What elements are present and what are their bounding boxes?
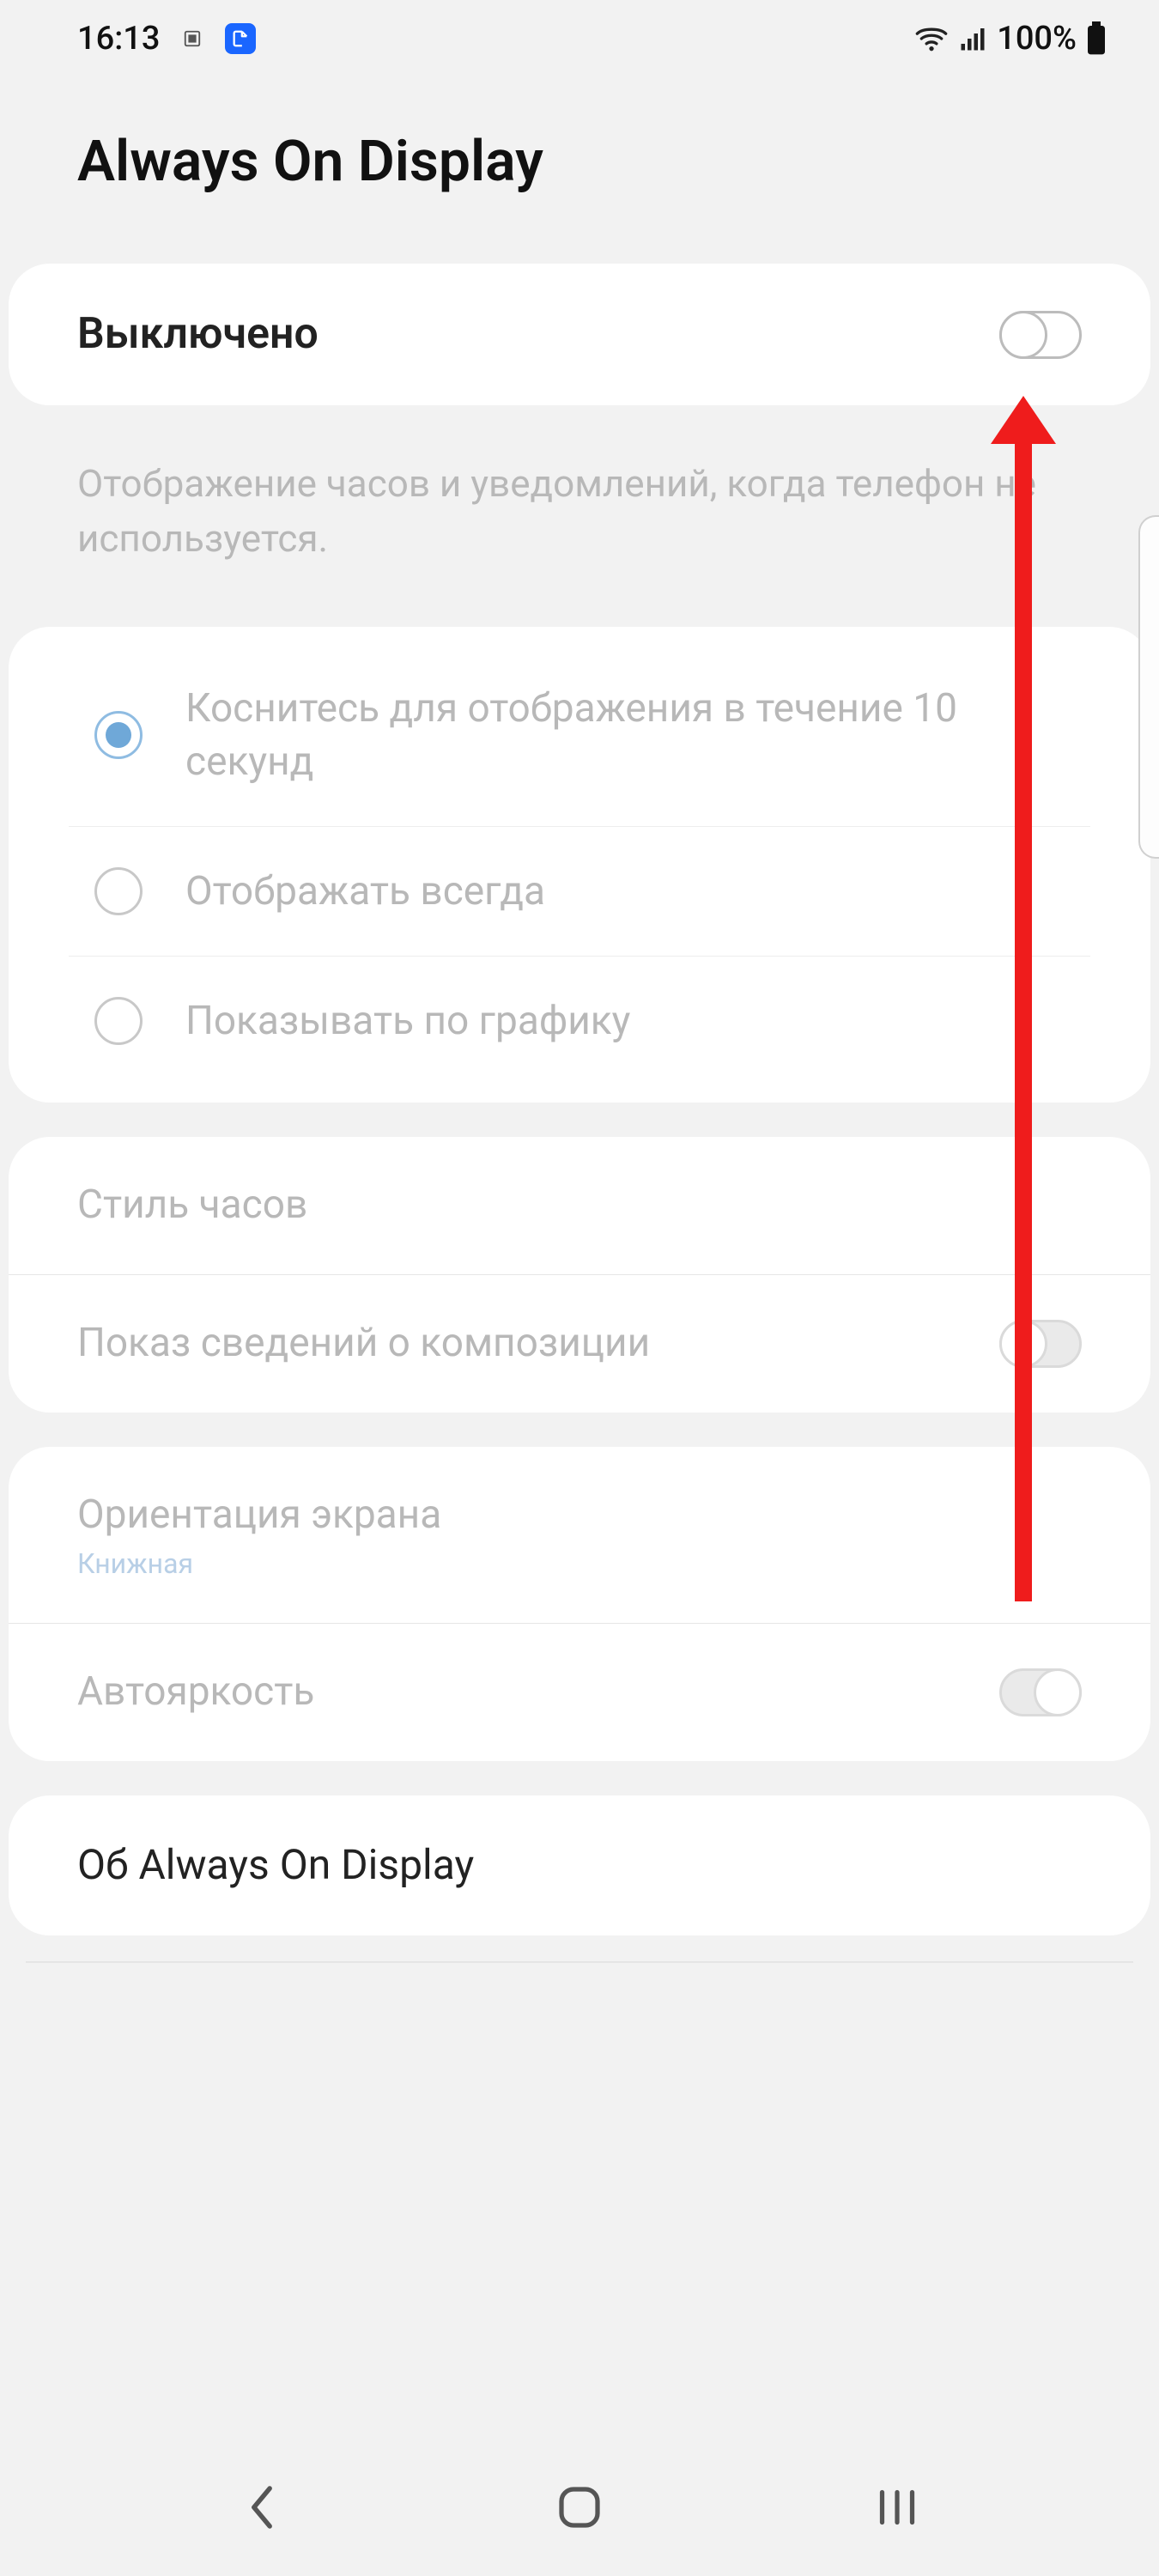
about-card: Об Always On Display	[9, 1795, 1150, 1935]
radio-unselected-icon	[94, 867, 143, 915]
feature-description: Отображение часов и уведомлений, когда т…	[0, 405, 1159, 627]
wifi-icon	[914, 21, 949, 56]
auto-brightness-label: Автояркость	[77, 1667, 999, 1718]
display-mode-option-schedule[interactable]: Показывать по графику	[69, 956, 1090, 1085]
status-bar: 16:13 100%	[0, 0, 1159, 77]
nav-recents-button[interactable]	[846, 2473, 949, 2542]
radio-unselected-icon	[94, 997, 143, 1045]
master-toggle-switch[interactable]	[999, 311, 1082, 359]
display-settings-card: Ориентация экрана Книжная Автояркость	[9, 1447, 1150, 1762]
music-info-label: Показ сведений о композиции	[77, 1318, 999, 1370]
display-mode-option-tap[interactable]: Коснитесь для отображения в течение 10 с…	[9, 644, 1150, 826]
orientation-row[interactable]: Ориентация экрана Книжная	[9, 1447, 1150, 1624]
master-toggle-label: Выключено	[77, 307, 999, 362]
about-row[interactable]: Об Always On Display	[9, 1795, 1150, 1935]
display-mode-label: Коснитесь для отображения в течение 10 с…	[185, 682, 1082, 788]
display-mode-label: Показывать по графику	[185, 994, 630, 1048]
system-navbar	[0, 2456, 1159, 2576]
display-mode-card: Коснитесь для отображения в течение 10 с…	[9, 627, 1150, 1103]
battery-icon	[1085, 21, 1107, 56]
status-time: 16:13	[77, 20, 160, 58]
battery-text: 100%	[997, 20, 1077, 58]
scroll-handle[interactable]	[1138, 515, 1159, 859]
display-mode-option-always[interactable]: Отображать всегда	[69, 826, 1090, 956]
window-icon	[177, 23, 208, 54]
display-mode-label: Отображать всегда	[185, 865, 545, 918]
page-title: Always On Display	[0, 77, 1159, 264]
clock-style-label: Стиль часов	[77, 1180, 1082, 1231]
nav-home-button[interactable]	[528, 2473, 631, 2542]
style-settings-card: Стиль часов Показ сведений о композиции	[9, 1137, 1150, 1413]
clock-style-row[interactable]: Стиль часов	[9, 1137, 1150, 1274]
annotation-arrow	[1015, 434, 1032, 1601]
orientation-label: Ориентация экрана	[77, 1490, 441, 1541]
app-badge-icon	[225, 23, 256, 54]
music-info-row[interactable]: Показ сведений о композиции	[9, 1274, 1150, 1413]
auto-brightness-switch[interactable]	[999, 1668, 1082, 1716]
radio-selected-icon	[94, 711, 143, 759]
nav-back-button[interactable]	[210, 2473, 313, 2542]
auto-brightness-row[interactable]: Автояркость	[9, 1623, 1150, 1761]
about-label: Об Always On Display	[77, 1838, 1082, 1892]
signal-icon	[957, 23, 988, 54]
music-info-switch[interactable]	[999, 1320, 1082, 1368]
master-toggle-card: Выключено	[9, 264, 1150, 405]
orientation-value: Книжная	[77, 1547, 441, 1580]
